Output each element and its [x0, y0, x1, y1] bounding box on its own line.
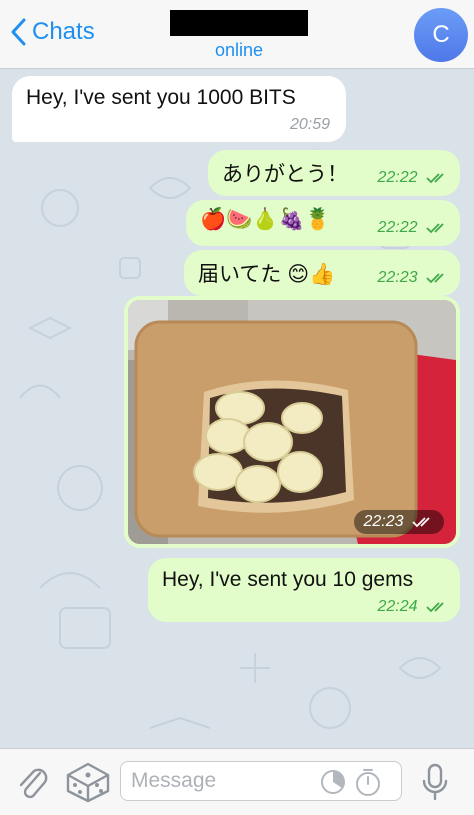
message-bubble-outgoing[interactable]: 届いてた 😊👍 22:23	[184, 250, 460, 296]
double-check-icon	[426, 273, 444, 284]
chat-header: Chats online C	[0, 0, 474, 69]
message-time: 22:24	[378, 598, 449, 616]
message-text: Hey, I've sent you 1000 BITS	[26, 86, 296, 109]
timer-icon	[356, 769, 380, 796]
dice-icon	[66, 762, 110, 803]
double-check-icon	[412, 517, 430, 528]
contact-name-redacted[interactable]	[170, 10, 308, 36]
message-text: ありがとう！	[222, 163, 348, 186]
photo-time: 22:23	[353, 510, 444, 534]
contact-status: online	[214, 40, 264, 60]
message-placeholder: Message	[131, 769, 217, 792]
message-bubble-outgoing[interactable]: 🍎🍉🍐🍇🍍 22:22	[186, 200, 460, 246]
message-bubble-incoming[interactable]: Hey, I've sent you 1000 BITS 20:59	[12, 76, 346, 142]
message-time: 22:23	[378, 269, 449, 287]
double-check-icon	[426, 173, 444, 184]
paperclip-icon	[19, 768, 48, 799]
double-check-icon	[426, 602, 444, 613]
message-text: 🍎🍉🍐🍇🍍	[200, 208, 331, 231]
avatar-letter: C	[432, 21, 450, 48]
back-label: Chats	[32, 18, 95, 45]
message-time: 22:22	[378, 219, 449, 237]
message-text: 届いてた 😊👍	[198, 263, 336, 286]
photo-image[interactable]: 22:23	[128, 300, 456, 544]
timer-button[interactable]	[354, 767, 382, 802]
back-button[interactable]: Chats	[10, 18, 95, 46]
avatar[interactable]: C	[414, 8, 468, 62]
photo-message[interactable]: 22:23	[124, 296, 460, 548]
message-text: Hey, I've sent you 10 gems	[162, 568, 414, 591]
message-time: 22:22	[378, 169, 449, 187]
composer-bar: Message	[0, 748, 474, 815]
microphone-icon	[422, 763, 448, 801]
moon-clock-icon	[321, 770, 345, 794]
message-bubble-outgoing[interactable]: Hey, I've sent you 10 gems 22:24	[148, 558, 460, 622]
photo-toast-with-banana	[128, 300, 456, 544]
attach-button[interactable]	[14, 763, 50, 806]
scheduled-button[interactable]	[320, 769, 346, 800]
message-bubble-outgoing[interactable]: ありがとう！ 22:22	[208, 150, 460, 196]
voice-button[interactable]	[420, 763, 450, 806]
double-check-icon	[426, 223, 444, 234]
message-time: 20:59	[289, 116, 330, 133]
sticker-dice-button[interactable]	[64, 761, 112, 808]
chevron-left-icon	[11, 18, 26, 46]
